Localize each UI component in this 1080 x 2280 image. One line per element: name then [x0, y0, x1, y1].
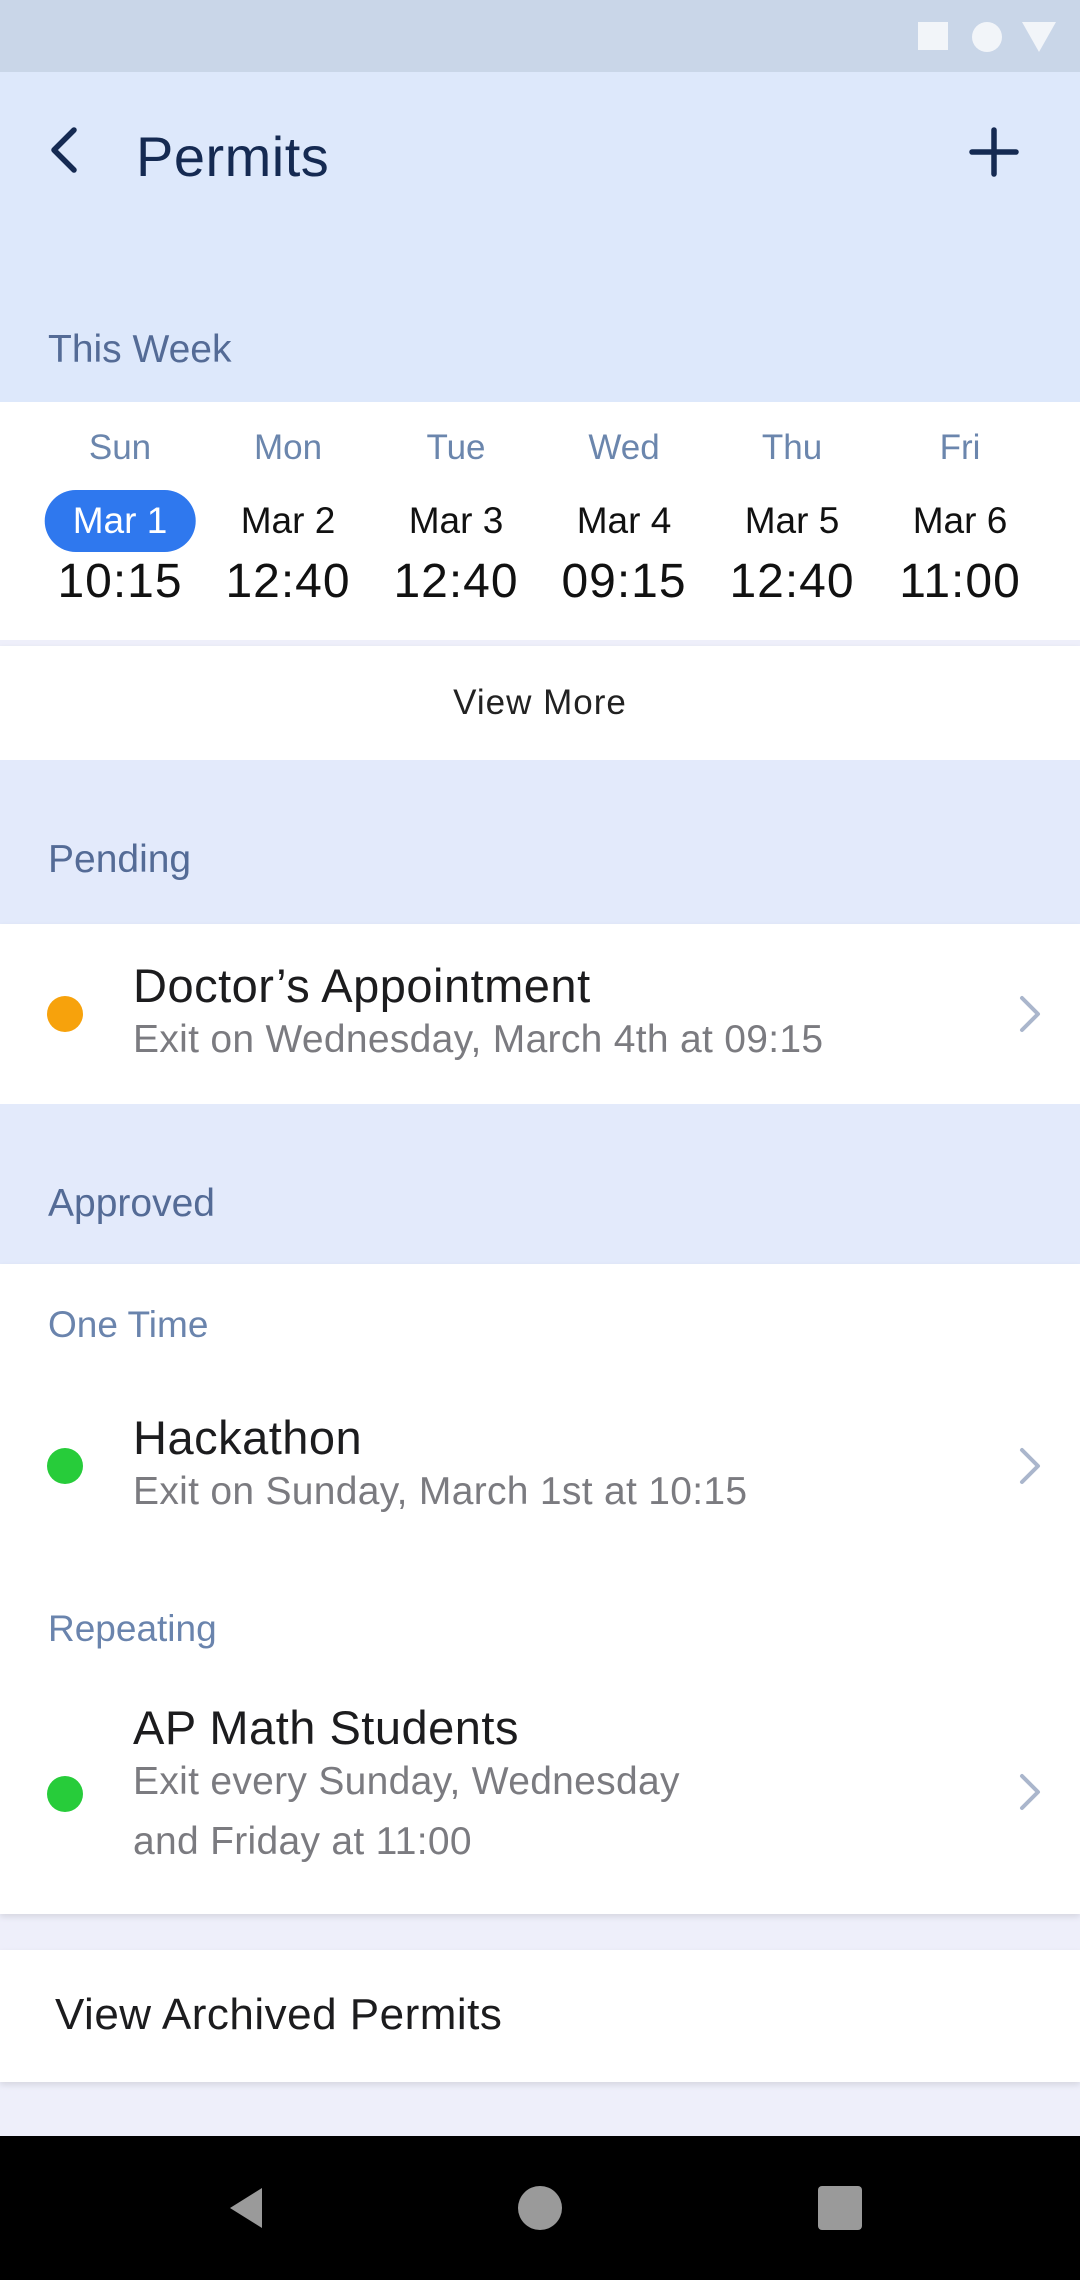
- system-nav-bar: [0, 2136, 1080, 2280]
- day-tue[interactable]: Tue Mar 3 12:40: [372, 402, 540, 640]
- day-thu[interactable]: Thu Mar 5 12:40: [708, 402, 876, 640]
- week-strip: Sun Mar 1 10:15 Mon Mar 2 12:40 Tue Mar …: [0, 402, 1080, 640]
- day-date: Mar 4: [576, 500, 672, 541]
- app-header: Permits This Week: [0, 72, 1080, 402]
- permit-subtitle-line1: Exit every Sunday, Wednesday: [133, 1760, 680, 1803]
- approved-list: One Time Hackathon Exit on Sunday, March…: [0, 1264, 1080, 1914]
- archived-label: View Archived Permits: [55, 1990, 503, 2039]
- approved-status-dot: [47, 1776, 83, 1812]
- permit-subtitle-line2: and Friday at 11:00: [133, 1820, 472, 1863]
- approved-section-header: Approved: [0, 1104, 1080, 1264]
- day-fri[interactable]: Fri Mar 6 11:00: [876, 402, 1044, 640]
- day-time: 12:40: [729, 555, 855, 608]
- permit-row-ap-math-students[interactable]: AP Math Students Exit every Sunday, Wedn…: [0, 1664, 1080, 1914]
- nav-home-icon[interactable]: [512, 2180, 568, 2236]
- chevron-right-icon: [1020, 1448, 1040, 1484]
- approved-label: Approved: [48, 1182, 215, 1225]
- permit-subtitle: Exit on Sunday, March 1st at 10:15: [133, 1470, 748, 1513]
- permit-subtitle: Exit on Wednesday, March 4th at 09:15: [133, 1018, 824, 1061]
- permit-title: AP Math Students: [133, 1701, 519, 1754]
- day-time: 09:15: [561, 555, 687, 608]
- day-date: Mar 2: [240, 500, 336, 541]
- day-name: Fri: [939, 428, 981, 467]
- view-more-button[interactable]: View More: [0, 646, 1080, 760]
- nav-recents-icon[interactable]: [812, 2180, 868, 2236]
- day-wed[interactable]: Wed Mar 4 09:15: [540, 402, 708, 640]
- status-circle-icon: [972, 22, 1002, 52]
- permit-row-doctors-appointment[interactable]: Doctor’s Appointment Exit on Wednesday, …: [0, 924, 1080, 1104]
- pending-status-dot: [47, 996, 83, 1032]
- day-time: 12:40: [393, 555, 519, 608]
- day-mon[interactable]: Mon Mar 2 12:40: [204, 402, 372, 640]
- day-date: Mar 5: [744, 500, 840, 541]
- day-name: Wed: [588, 428, 660, 467]
- pending-label: Pending: [48, 838, 192, 881]
- nav-back-icon[interactable]: [218, 2180, 274, 2236]
- one-time-subheader: One Time: [48, 1304, 209, 1345]
- add-plus-icon[interactable]: [964, 122, 1024, 182]
- status-square-icon: [918, 22, 948, 50]
- day-name: Thu: [761, 428, 823, 467]
- status-bar: [0, 0, 1080, 72]
- day-time: 12:40: [225, 555, 351, 608]
- page-title: Permits: [136, 125, 330, 188]
- day-date: Mar 6: [912, 500, 1008, 541]
- back-chevron-icon[interactable]: [42, 122, 92, 178]
- day-time: 11:00: [899, 555, 1021, 608]
- permit-title: Doctor’s Appointment: [133, 959, 591, 1012]
- day-name: Mon: [253, 428, 323, 467]
- status-triangle-icon: [1022, 22, 1056, 52]
- view-archived-permits-button[interactable]: View Archived Permits: [0, 1950, 1080, 2082]
- this-week-label: This Week: [48, 328, 232, 371]
- repeating-subheader: Repeating: [48, 1608, 217, 1649]
- chevron-right-icon: [1020, 996, 1040, 1032]
- day-sun[interactable]: Sun Mar 1 10:15: [36, 402, 204, 640]
- pending-section-header: Pending: [0, 760, 1080, 924]
- day-time: 10:15: [57, 555, 183, 608]
- chevron-right-icon: [1020, 1774, 1040, 1810]
- day-name: Tue: [426, 428, 486, 467]
- approved-status-dot: [47, 1448, 83, 1484]
- day-name: Sun: [88, 428, 152, 467]
- day-date: Mar 3: [408, 500, 504, 541]
- permit-title: Hackathon: [133, 1411, 363, 1464]
- permit-row-hackathon[interactable]: Hackathon Exit on Sunday, March 1st at 1…: [0, 1364, 1080, 1560]
- day-date-selected: Mar 1: [44, 490, 196, 552]
